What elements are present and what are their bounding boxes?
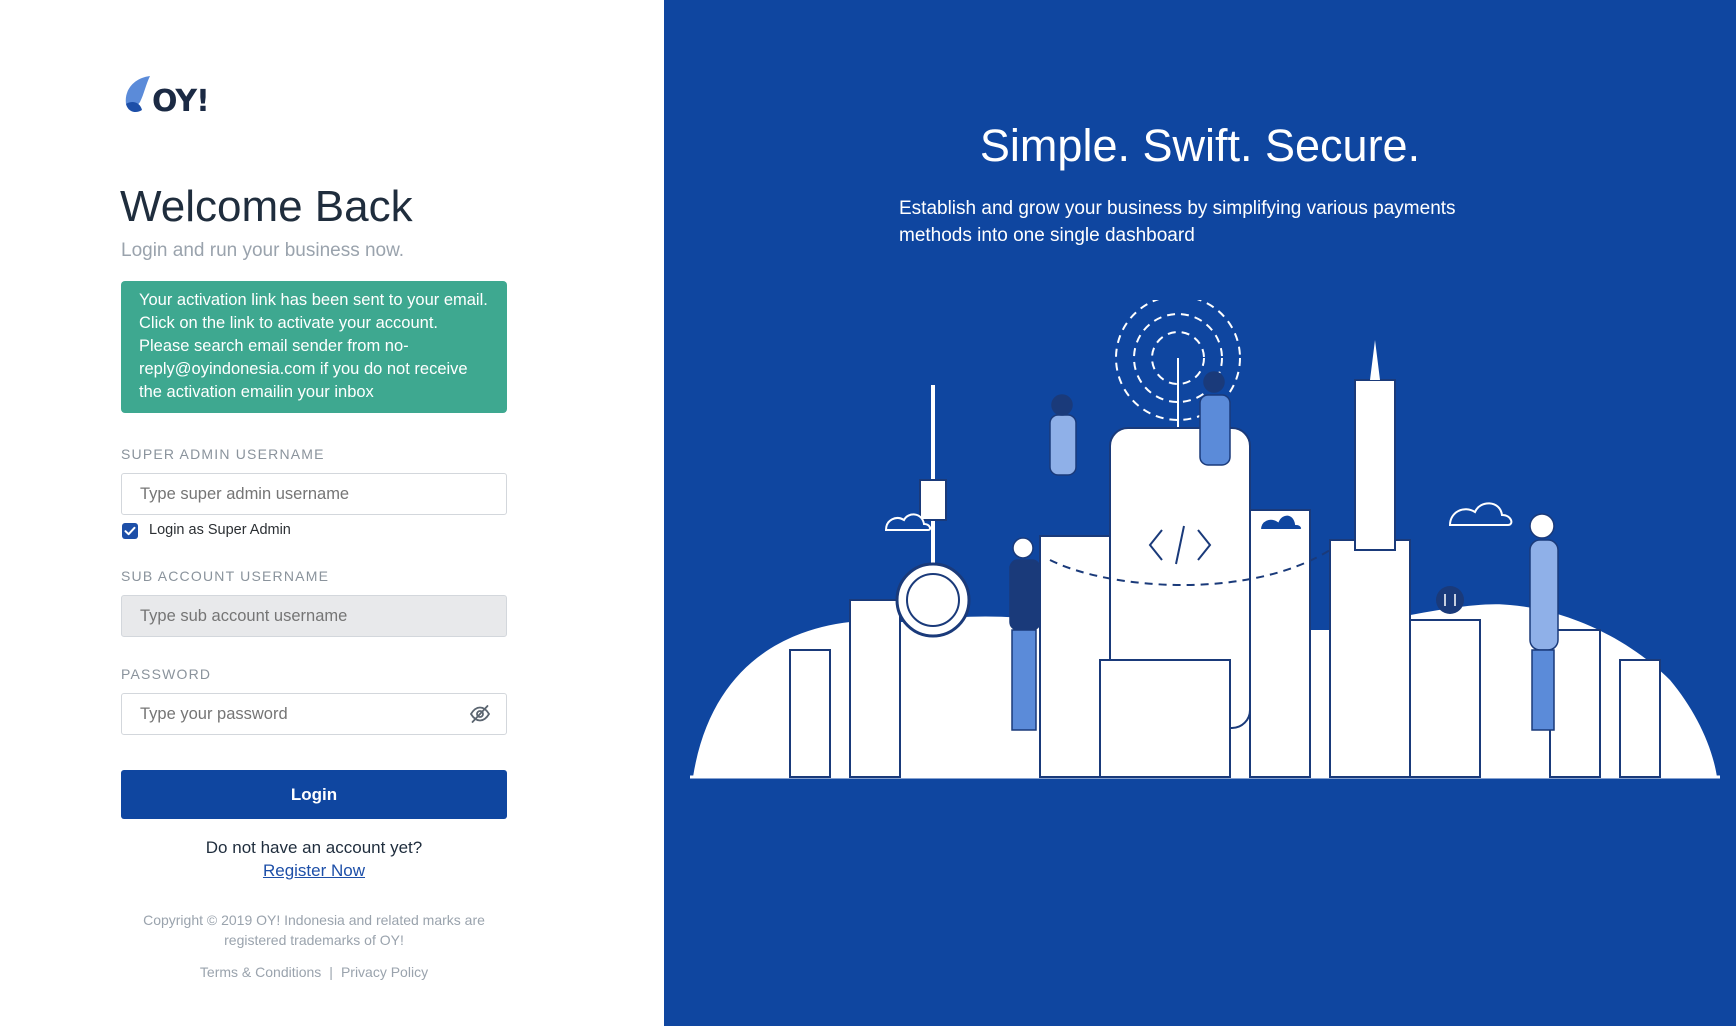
super-admin-username-input[interactable] bbox=[121, 473, 507, 515]
password-input[interactable] bbox=[121, 693, 507, 735]
super-admin-checkbox-label[interactable]: Login as Super Admin bbox=[149, 522, 291, 538]
activation-alert: Your activation link has been sent to yo… bbox=[121, 281, 507, 413]
no-account-text: Do not have an account yet? bbox=[205, 838, 423, 857]
oy-logo: OY! bbox=[122, 74, 212, 122]
eye-off-icon bbox=[469, 705, 491, 723]
sub-account-username-input[interactable] bbox=[121, 595, 507, 637]
sub-account-username-label: SUB ACCOUNT USERNAME bbox=[121, 568, 330, 584]
super-admin-username-label: SUPER ADMIN USERNAME bbox=[121, 446, 325, 462]
register-now-link[interactable]: Register Now bbox=[121, 861, 507, 881]
page-title: Welcome Back bbox=[120, 182, 413, 231]
copyright-text: Copyright © 2019 OY! Indonesia and relat… bbox=[143, 912, 485, 948]
hero-title: Simple. Swift. Secure. bbox=[979, 120, 1421, 171]
hero-description: Establish and grow your business by simp… bbox=[899, 198, 1456, 246]
privacy-link[interactable]: Privacy Policy bbox=[341, 964, 428, 980]
checkmark-icon bbox=[124, 526, 136, 536]
login-panel: OY! Welcome Back Login and run your busi… bbox=[0, 0, 664, 1026]
super-admin-checkbox[interactable] bbox=[122, 523, 138, 539]
terms-link[interactable]: Terms & Conditions bbox=[200, 964, 321, 980]
logo-text: OY! bbox=[152, 84, 210, 119]
password-label: PASSWORD bbox=[121, 666, 212, 682]
footer-links: Terms & Conditions | Privacy Policy bbox=[121, 964, 507, 980]
login-button[interactable]: Login bbox=[121, 770, 507, 819]
toggle-password-visibility[interactable] bbox=[469, 703, 491, 725]
city-illustration bbox=[690, 300, 1720, 779]
page-subtitle: Login and run your business now. bbox=[121, 240, 405, 261]
footer-separator: | bbox=[329, 964, 333, 980]
